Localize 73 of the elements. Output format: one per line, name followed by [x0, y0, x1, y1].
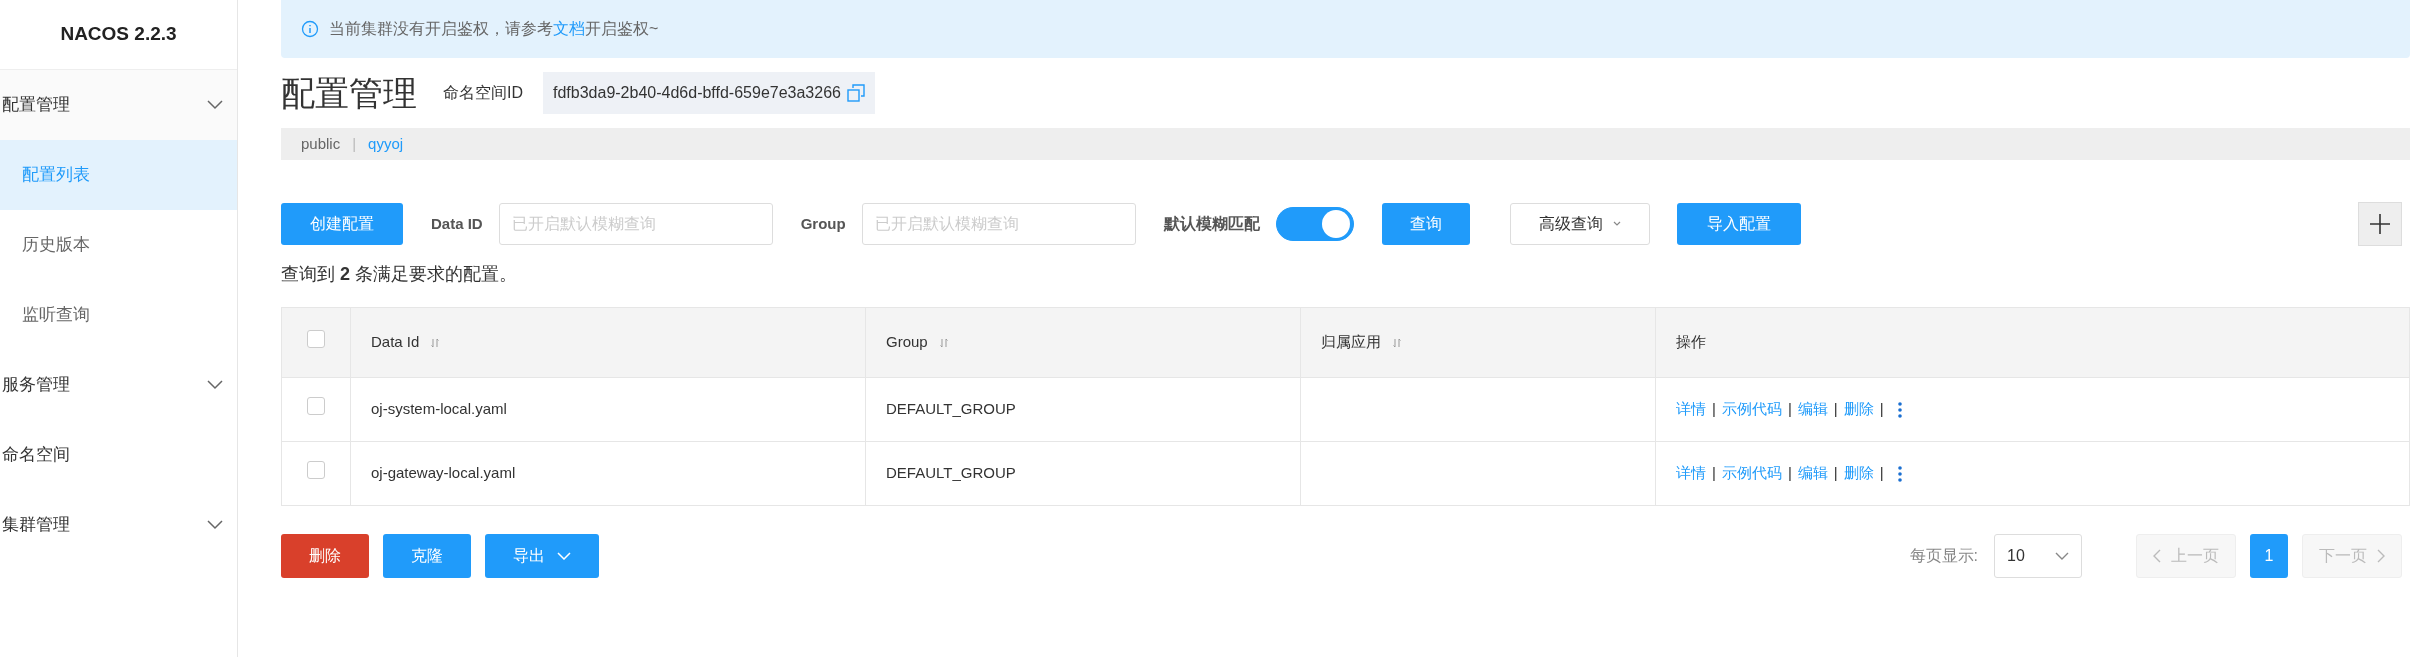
sidebar-item[interactable]: 集群管理 [0, 490, 237, 560]
sort-icon[interactable] [431, 338, 440, 349]
fuzzy-match-label: 默认模糊匹配 [1163, 214, 1260, 234]
action-link[interactable]: 详情 [1676, 462, 1706, 485]
action-separator: | [1712, 463, 1716, 484]
tab-separator: | [352, 133, 357, 154]
row-checkbox[interactable] [307, 397, 325, 416]
sidebar-item[interactable]: 监听查询 [0, 280, 237, 350]
sidebar-item[interactable]: 命名空间 [0, 420, 237, 490]
page-title: 配置管理 [281, 72, 417, 114]
advanced-query-button[interactable]: 高级查询 [1509, 203, 1650, 245]
select-all-checkbox[interactable] [307, 330, 325, 349]
chevron-down-icon [207, 380, 223, 390]
clone-button[interactable]: 克隆 [383, 534, 471, 578]
column-header[interactable]: 归属应用 [1321, 333, 1381, 351]
more-icon[interactable] [1897, 465, 1902, 482]
namespace-tab[interactable]: public [301, 132, 341, 156]
namespace-tab[interactable]: qyyoj [368, 132, 404, 156]
result-count-text: 查询到 2 条满足要求的配置。 [281, 263, 519, 286]
delete-button[interactable]: 删除 [281, 534, 369, 578]
table-cell: DEFAULT_GROUP [886, 400, 1016, 418]
chevron-down-icon [207, 520, 223, 530]
sidebar-item[interactable]: 配置列表 [0, 140, 237, 210]
more-icon[interactable] [1897, 401, 1902, 418]
action-link[interactable]: 示例代码 [1721, 398, 1782, 421]
row-checkbox[interactable] [307, 461, 325, 480]
info-icon [301, 20, 319, 38]
copy-icon[interactable] [846, 84, 865, 102]
action-link[interactable]: 编辑 [1797, 462, 1828, 485]
action-link[interactable]: 编辑 [1797, 398, 1828, 421]
sort-icon[interactable] [1393, 338, 1401, 349]
table-cell: oj-system-local.yaml [371, 400, 507, 418]
namespace-label: 命名空间ID [443, 83, 523, 103]
namespace-id-field: fdfb3da9-2b40-4d6d-bffd-659e7e3a3266 [543, 72, 875, 114]
query-button[interactable]: 查询 [1381, 203, 1470, 245]
page-size-label: 每页显示: [1909, 546, 1978, 566]
export-button[interactable]: 导出 [485, 534, 599, 578]
action-link[interactable]: 删除 [1843, 462, 1874, 485]
create-config-button[interactable]: 创建配置 [281, 203, 403, 245]
column-header[interactable]: Data Id [371, 333, 420, 351]
page-button[interactable]: 1 [2250, 534, 2288, 578]
sidebar-item[interactable]: 配置管理 [0, 70, 237, 140]
page-size-select[interactable]: 10 [1994, 534, 2082, 578]
action-link[interactable]: 删除 [1843, 398, 1874, 421]
action-separator: | [1833, 463, 1838, 484]
docs-link[interactable]: 文档 [553, 20, 585, 37]
chevron-down-icon [557, 552, 571, 560]
action-separator: | [1712, 399, 1716, 420]
plus-icon [2369, 213, 2391, 235]
sidebar-item[interactable]: 历史版本 [0, 210, 237, 280]
caret-icon [1612, 221, 1621, 227]
action-separator: | [1879, 463, 1884, 484]
column-header[interactable]: 操作 [1676, 333, 1706, 351]
action-link[interactable]: 示例代码 [1721, 462, 1782, 485]
action-separator: | [1879, 399, 1884, 420]
sort-icon[interactable] [939, 338, 948, 349]
table-cell: oj-gateway-local.yaml [371, 464, 516, 482]
group-label: Group [800, 213, 846, 234]
add-button[interactable] [2358, 202, 2402, 246]
data-id-label: Data ID [431, 213, 483, 234]
action-link[interactable]: 详情 [1676, 398, 1706, 421]
notice-text: 当前集群没有开启鉴权，请参考文档开启鉴权~ [329, 19, 659, 39]
chevron-right-icon [2377, 549, 2385, 563]
chevron-left-icon [2153, 549, 2161, 563]
sidebar-item[interactable]: 服务管理 [0, 350, 237, 420]
action-separator: | [1787, 399, 1792, 420]
column-header[interactable]: Group [886, 333, 928, 351]
fuzzy-match-toggle[interactable] [1275, 207, 1354, 241]
import-config-button[interactable]: 导入配置 [1676, 203, 1801, 245]
action-separator: | [1787, 463, 1792, 484]
chevron-down-icon [2055, 552, 2069, 560]
action-separator: | [1833, 399, 1838, 420]
table-cell: DEFAULT_GROUP [886, 464, 1016, 482]
